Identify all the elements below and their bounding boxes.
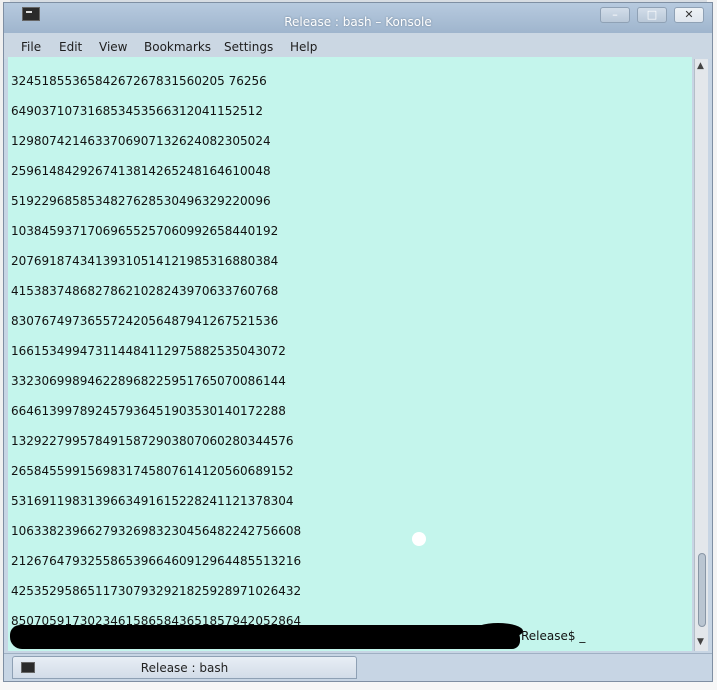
shell-prompt[interactable]: Release$ _ <box>521 629 585 643</box>
redaction-mark <box>10 625 520 649</box>
mouse-cursor <box>412 532 426 546</box>
output-line: 83076749736557242056487941267521536 <box>11 314 279 328</box>
close-button[interactable]: ✕ <box>674 7 704 23</box>
redaction-mark <box>473 623 523 639</box>
menu-settings[interactable]: Settings <box>224 40 273 54</box>
output-line: 332306998946228968225951765070086144 <box>11 374 286 388</box>
output-line: 649037107316853453566312041152512 <box>11 104 263 118</box>
output-line: 10633823966279326983230456482242756608 <box>11 524 302 538</box>
scrollbar-thumb[interactable] <box>698 553 706 627</box>
scroll-down-icon[interactable]: ▼ <box>697 637 704 647</box>
minimize-button[interactable]: – <box>600 7 630 23</box>
output-line: 10384593717069655257060992658440192 <box>11 224 279 238</box>
menu-bar: File Edit View Bookmarks Settings Help <box>4 33 712 59</box>
tab-release-bash[interactable]: Release : bash <box>12 656 357 679</box>
konsole-window: Release : bash – Konsole – □ ✕ File Edit… <box>3 2 713 682</box>
output-line: 3245185536584267267831560205 76256 <box>11 74 267 88</box>
output-line: 41538374868278621028243970633760768 <box>11 284 279 298</box>
scroll-up-icon[interactable]: ▲ <box>697 61 704 71</box>
output-line: 5316911983139663491615228241121378304 <box>11 494 294 508</box>
output-line: 664613997892457936451903530140172288 <box>11 404 286 418</box>
output-line: 2658455991569831745807614120560689152 <box>11 464 294 478</box>
menu-bookmarks[interactable]: Bookmarks <box>144 40 211 54</box>
output-line: 1298074214633706907132624082305024 <box>11 134 271 148</box>
terminal-output[interactable]: 3245185536584267267831560205 76256 64903… <box>8 57 692 651</box>
tab-bar: Release : bash <box>4 653 712 681</box>
menu-edit[interactable]: Edit <box>59 40 82 54</box>
output-line: 42535295865117307932921825928971026432 <box>11 584 302 598</box>
menu-view[interactable]: View <box>99 40 127 54</box>
menu-help[interactable]: Help <box>290 40 317 54</box>
menu-file[interactable]: File <box>21 40 41 54</box>
output-line: 5192296858534827628530496329220096 <box>11 194 271 208</box>
title-bar[interactable]: Release : bash – Konsole – □ ✕ <box>4 3 712 33</box>
output-line: 20769187434139310514121985316880384 <box>11 254 279 268</box>
output-line: 166153499473114484112975882535043072 <box>11 344 286 358</box>
output-line: 21267647932558653966460912964485513216 <box>11 554 302 568</box>
output-line: 1329227995784915872903807060280344576 <box>11 434 294 448</box>
vertical-scrollbar[interactable]: ▲ ▼ <box>694 59 708 651</box>
output-line: 2596148429267413814265248164610048 <box>11 164 271 178</box>
tab-label: Release : bash <box>140 661 229 675</box>
maximize-button[interactable]: □ <box>637 7 667 23</box>
